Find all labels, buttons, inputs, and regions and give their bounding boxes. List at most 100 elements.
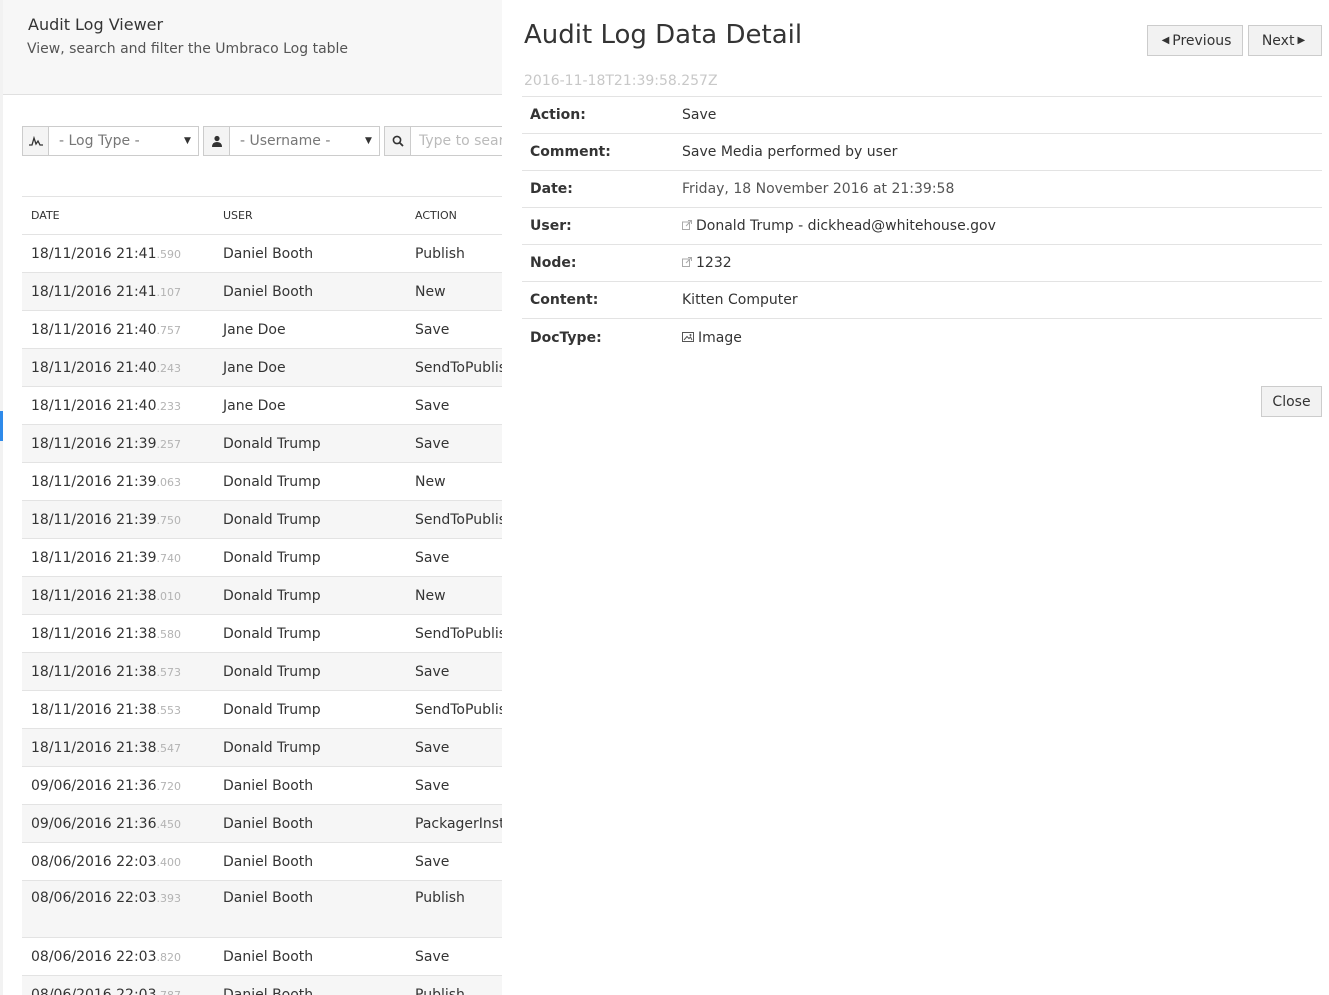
cell-date-ms: .393 — [156, 892, 182, 905]
cell-action: Save — [415, 853, 450, 870]
cell-date: 18/11/2016 21:39.257 — [22, 436, 214, 452]
header-date[interactable]: DATE — [22, 209, 214, 222]
cell-date-ms: .787 — [156, 988, 182, 995]
detail-label: Date: — [530, 181, 573, 197]
cell-date: 18/11/2016 21:38.580 — [22, 626, 214, 642]
table-row[interactable]: 18/11/2016 21:40.757 Jane Doe Save — [22, 311, 502, 349]
cell-user: Daniel Booth — [223, 245, 314, 262]
cell-date-ms: .757 — [156, 323, 182, 337]
cell-date-main: 18/11/2016 21:41 — [31, 245, 157, 262]
table-row[interactable]: 09/06/2016 21:36.450 Daniel Booth Packager… — [22, 805, 502, 843]
cell-date-ms: .010 — [156, 589, 182, 603]
cell-date: 18/11/2016 21:40.233 — [22, 398, 214, 414]
cell-action: Save — [415, 397, 450, 414]
log-type-select[interactable]: - Log Type - ▼ — [22, 126, 199, 156]
cell-date-main: 09/06/2016 21:36 — [31, 777, 157, 794]
table-row[interactable]: 08/06/2016 22:03.787 Daniel Booth Publish — [22, 976, 502, 995]
chevron-down-icon: ▼ — [184, 136, 191, 146]
detail-row-doctype: DocType: Image — [522, 319, 1322, 357]
cell-action: Publish — [415, 986, 465, 995]
cell-date: 08/06/2016 22:03.820 — [22, 949, 214, 965]
header-action[interactable]: ACTION — [406, 209, 502, 222]
cell-user: Donald Trump — [223, 587, 321, 604]
cell-date-ms: .553 — [156, 703, 182, 717]
detail-label: Node: — [530, 255, 577, 271]
cell-user: Daniel Booth — [223, 283, 314, 300]
detail-row-action: Action: Save — [522, 97, 1322, 134]
cell-action: Save — [415, 739, 450, 756]
cell-date-ms: .107 — [156, 285, 182, 299]
close-button[interactable]: Close — [1261, 386, 1322, 417]
header-user[interactable]: USER — [214, 209, 406, 222]
table-row[interactable]: 18/11/2016 21:39.063 Donald Trump New — [22, 463, 502, 501]
cell-action: Save — [415, 435, 450, 452]
previous-button[interactable]: ◀ Previous — [1147, 25, 1243, 56]
cell-user: Donald Trump — [223, 663, 321, 680]
table-row[interactable]: 18/11/2016 21:38.580 Donald Trump SendToPu… — [22, 615, 502, 653]
cell-date: 18/11/2016 21:38.010 — [22, 588, 214, 604]
cell-user: Daniel Booth — [223, 948, 314, 965]
detail-value: 1232 — [696, 255, 732, 271]
table-row[interactable]: 08/06/2016 22:03.393 Daniel Booth Publish — [22, 881, 502, 938]
page-header: Audit Log Viewer View, search and filter… — [3, 0, 502, 95]
detail-timestamp: 2016-11-18T21:39:58.257Z — [524, 73, 718, 89]
cell-user: Donald Trump — [223, 549, 321, 566]
cell-date-main: 09/06/2016 21:36 — [31, 815, 157, 832]
cell-date-main: 18/11/2016 21:39 — [31, 473, 157, 490]
user-link[interactable]: Donald Trump - dickhead@whitehouse.gov — [682, 218, 1322, 234]
table-row[interactable]: 18/11/2016 21:39.740 Donald Trump Save — [22, 539, 502, 577]
table-row[interactable]: 18/11/2016 21:40.233 Jane Doe Save — [22, 387, 502, 425]
table-row[interactable]: 18/11/2016 21:39.257 Donald Trump Save — [22, 425, 502, 463]
table-row[interactable]: 18/11/2016 21:38.547 Donald Trump Save — [22, 729, 502, 767]
audit-log-detail-pane: Audit Log Data Detail 2016-11-18T21:39:5… — [502, 0, 1329, 995]
detail-value: Donald Trump - dickhead@whitehouse.gov — [696, 218, 996, 234]
cell-action: Publish — [415, 890, 465, 906]
cell-action: Publish — [415, 245, 465, 262]
username-value: - Username - — [240, 133, 331, 149]
detail-value: Kitten Computer — [682, 292, 798, 308]
cell-user: Donald Trump — [223, 625, 321, 642]
cell-date: 18/11/2016 21:39.740 — [22, 550, 214, 566]
cell-date-ms: .233 — [156, 399, 182, 413]
table-row[interactable]: 18/11/2016 21:39.750 Donald Trump SendToPu… — [22, 501, 502, 539]
cell-user: Daniel Booth — [223, 777, 314, 794]
external-link-icon — [682, 219, 692, 233]
table-row[interactable]: 18/11/2016 21:38.010 Donald Trump New — [22, 577, 502, 615]
cell-date-ms: .063 — [156, 475, 182, 489]
cell-user: Donald Trump — [223, 435, 321, 452]
next-button[interactable]: Next ▶ — [1248, 25, 1322, 56]
table-row[interactable]: 09/06/2016 21:36.720 Daniel Booth Save — [22, 767, 502, 805]
next-label: Next — [1261, 32, 1295, 49]
table-row[interactable]: 18/11/2016 21:38.553 Donald Trump SendToPu… — [22, 691, 502, 729]
cell-date: 18/11/2016 21:39.750 — [22, 512, 214, 528]
table-row[interactable]: 18/11/2016 21:38.573 Donald Trump Save — [22, 653, 502, 691]
search-placeholder: Type to search — [419, 133, 502, 149]
cell-date-main: 18/11/2016 21:40 — [31, 321, 157, 338]
cell-action: PackagerInstall — [415, 815, 502, 832]
detail-row-node: Node: 1232 — [522, 245, 1322, 282]
table-row[interactable]: 08/06/2016 22:03.820 Daniel Booth Save — [22, 938, 502, 976]
detail-label: Comment: — [530, 144, 611, 160]
cell-action: SendToPublish — [415, 701, 502, 718]
cell-date-main: 18/11/2016 21:38 — [31, 625, 157, 642]
cell-date-main: 18/11/2016 21:38 — [31, 587, 157, 604]
cell-date-ms: .573 — [156, 665, 182, 679]
search-input[interactable]: Type to search — [384, 126, 502, 156]
cell-date: 18/11/2016 21:39.063 — [22, 474, 214, 490]
cell-date: 18/11/2016 21:38.553 — [22, 702, 214, 718]
cell-action: SendToPublish — [415, 511, 502, 528]
cell-date: 08/06/2016 22:03.787 — [22, 987, 214, 995]
table-row[interactable]: 18/11/2016 21:40.243 Jane Doe SendToPublis… — [22, 349, 502, 387]
detail-value: Save — [682, 107, 717, 123]
table-header: DATE USER ACTION — [22, 197, 502, 235]
cell-action: SendToPublish — [415, 359, 502, 376]
chevron-down-icon: ▼ — [365, 136, 372, 146]
username-select[interactable]: - Username - ▼ — [203, 126, 380, 156]
cell-date: 18/11/2016 21:41.107 — [22, 284, 214, 300]
detail-label: DocType: — [530, 330, 602, 346]
table-row[interactable]: 18/11/2016 21:41.107 Daniel Booth New — [22, 273, 502, 311]
node-link[interactable]: 1232 — [682, 255, 1322, 271]
table-row[interactable]: 18/11/2016 21:41.590 Daniel Booth Publish — [22, 235, 502, 273]
table-row[interactable]: 08/06/2016 22:03.400 Daniel Booth Save — [22, 843, 502, 881]
activity-icon — [23, 127, 49, 155]
